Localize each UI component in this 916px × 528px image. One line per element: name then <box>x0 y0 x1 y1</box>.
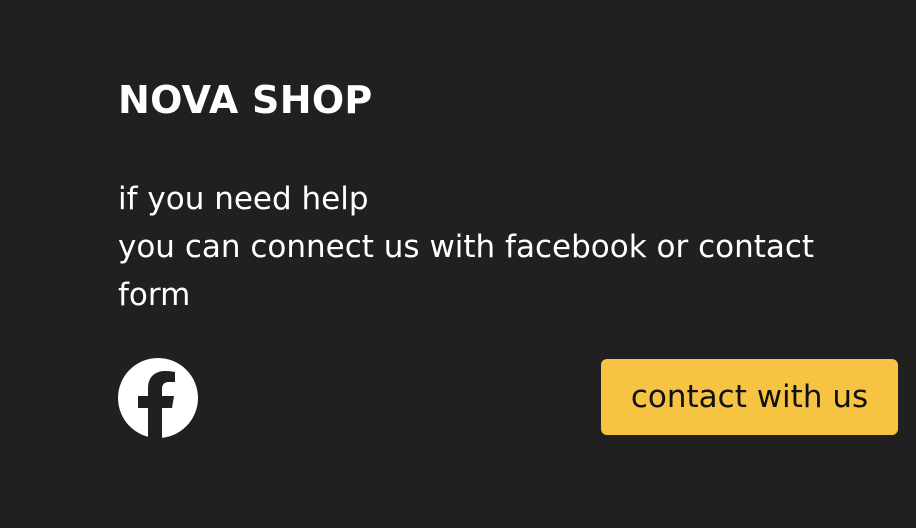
help-message: if you need help you can connect us with… <box>118 175 858 319</box>
facebook-link[interactable] <box>118 358 198 438</box>
help-line-2: you can connect us with facebook or cont… <box>118 229 815 265</box>
contact-with-us-button[interactable]: contact with us <box>601 359 898 435</box>
help-line-1: if you need help <box>118 181 369 217</box>
brand-name: NOVA SHOP <box>118 78 373 122</box>
facebook-icon <box>118 358 198 438</box>
footer-contact-section: NOVA SHOP if you need help you can conne… <box>118 0 916 528</box>
help-line-3: form <box>118 277 191 313</box>
contact-actions-row: contact with us <box>118 357 898 438</box>
